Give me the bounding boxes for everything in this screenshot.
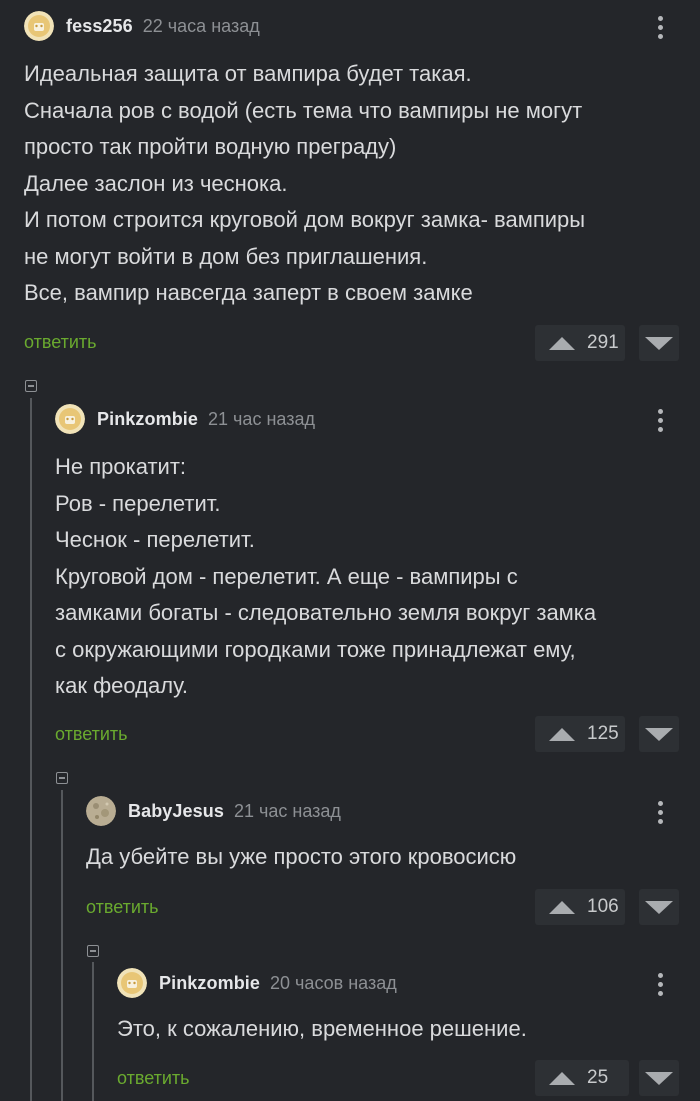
upvote-button[interactable]: 291 — [535, 325, 625, 361]
rating-count: 106 — [587, 896, 619, 917]
comment-text-line: Идеальная защита от вампира будет такая. — [24, 61, 472, 86]
comment-text-line: как феодалу. — [55, 673, 188, 698]
comment-author[interactable]: Pinkzombie — [97, 409, 198, 430]
downvote-button[interactable] — [639, 1060, 679, 1096]
comment-timestamp[interactable]: 22 часа назад — [143, 16, 260, 37]
rating-count: 25 — [587, 1067, 609, 1088]
comment-text-line: Не прокатит: — [55, 454, 187, 479]
upvote-button[interactable]: 125 — [535, 716, 625, 752]
more-options-icon[interactable] — [650, 797, 670, 827]
user-avatar-icon[interactable] — [24, 11, 54, 41]
thread-line[interactable] — [92, 962, 94, 1101]
comment: Pinkzombie 20 часов назад Это, к сожален… — [117, 967, 700, 1101]
comment-text-line: И потом строится круговой дом вокруг зам… — [24, 207, 586, 232]
upvote-button[interactable]: 106 — [535, 889, 625, 925]
arrow-up-icon — [549, 1071, 575, 1085]
comment: Pinkzombie 21 час назад Не прокатит: Ров… — [55, 403, 700, 763]
comment-timestamp[interactable]: 21 час назад — [234, 801, 341, 822]
rating-count: 291 — [587, 332, 619, 353]
comment-text-line: не могут войти в дом без приглашения. — [24, 243, 428, 269]
reply-button[interactable]: ответить — [24, 332, 97, 353]
user-avatar-icon[interactable] — [117, 968, 147, 998]
more-options-icon[interactable] — [650, 12, 670, 42]
comment: fess256 22 часа назад Идеальная защита о… — [24, 10, 700, 361]
comment-text-line: Все, вампир навсегда заперт в своем замк… — [24, 280, 473, 305]
arrow-up-icon — [549, 727, 575, 741]
comment-text-line: замками богаты - следовательно земля вок… — [55, 600, 597, 625]
comment-text-line: Это, к сожалению, временное решение. — [117, 1016, 527, 1041]
comment-body: Не прокатит: Ров - перелетит. Чеснок - п… — [55, 449, 596, 705]
more-options-icon[interactable] — [650, 969, 670, 999]
comment-text-line: Ров - перелетит. — [55, 490, 221, 516]
comment-body: Да убейте вы уже просто этого кровосисю — [86, 839, 516, 876]
comment-timestamp[interactable]: 21 час назад — [208, 409, 315, 430]
thread-line[interactable] — [30, 398, 32, 1101]
comment-header: Pinkzombie 20 часов назад — [117, 967, 397, 999]
comment-text-line: с окружающими городками тоже принадлежат… — [55, 636, 576, 662]
arrow-up-icon — [549, 900, 575, 914]
comment-text-line: просто так пройти водную преграду) — [24, 134, 397, 159]
comment-author[interactable]: BabyJesus — [128, 801, 224, 822]
user-avatar-icon[interactable] — [55, 404, 85, 434]
arrow-up-icon — [549, 336, 575, 350]
comment-text-line: Чеснок - перелетит. — [55, 527, 255, 552]
rating-count: 125 — [587, 723, 619, 744]
reply-button[interactable]: ответить — [117, 1068, 190, 1089]
downvote-button[interactable] — [639, 325, 679, 361]
comment-body: Идеальная защита от вампира будет такая.… — [24, 56, 585, 312]
comment: BabyJesus 21 час назад Да убейте вы уже … — [86, 795, 700, 935]
comment-author[interactable]: fess256 — [66, 16, 133, 37]
comment-text-line: Сначала ров с водой (есть тема что вампи… — [24, 97, 583, 123]
arrow-down-icon — [645, 900, 673, 914]
moon-avatar-icon[interactable] — [86, 796, 116, 826]
upvote-button[interactable]: 25 — [535, 1060, 629, 1096]
collapse-toggle[interactable] — [25, 380, 37, 392]
comment-text-line: Далее заслон из чеснока. — [24, 170, 288, 196]
comment-text-line: Круговой дом - перелетит. А еще - вампир… — [55, 563, 518, 589]
reply-button[interactable]: ответить — [55, 724, 128, 745]
collapse-toggle[interactable] — [87, 945, 99, 957]
arrow-down-icon — [645, 727, 673, 741]
more-options-icon[interactable] — [650, 405, 670, 435]
comment-body: Это, к сожалению, временное решение. — [117, 1011, 527, 1048]
comment-header: Pinkzombie 21 час назад — [55, 403, 315, 435]
downvote-button[interactable] — [639, 889, 679, 925]
comment-header: fess256 22 часа назад — [24, 10, 260, 42]
reply-button[interactable]: ответить — [86, 897, 159, 918]
downvote-button[interactable] — [639, 716, 679, 752]
comment-timestamp[interactable]: 20 часов назад — [270, 973, 397, 994]
comment-text-line: Да убейте вы уже просто этого кровосисю — [86, 844, 517, 869]
arrow-down-icon — [645, 1071, 673, 1085]
collapse-toggle[interactable] — [56, 772, 68, 784]
arrow-down-icon — [645, 336, 673, 350]
comment-header: BabyJesus 21 час назад — [86, 795, 341, 827]
thread-line[interactable] — [61, 790, 63, 1101]
comment-author[interactable]: Pinkzombie — [159, 973, 260, 994]
